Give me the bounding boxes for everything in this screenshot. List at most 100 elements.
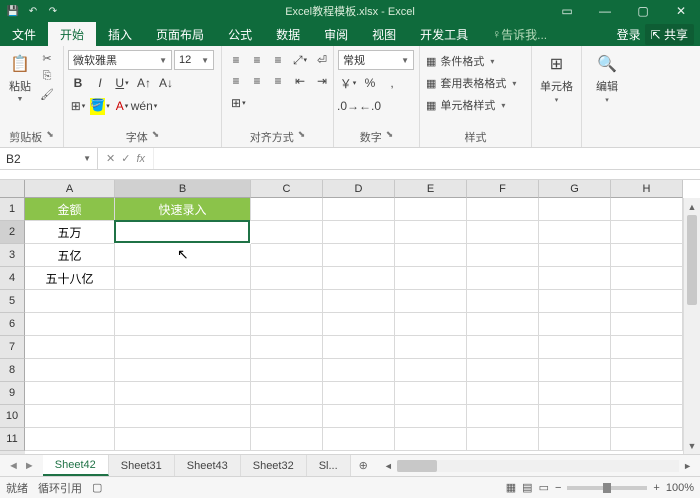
cell[interactable] xyxy=(251,221,323,244)
cell[interactable] xyxy=(611,244,683,267)
orientation-button[interactable]: ⤢▾ xyxy=(290,50,310,70)
cell[interactable] xyxy=(395,336,467,359)
number-launcher-icon[interactable]: ⬊ xyxy=(386,129,394,145)
decrease-decimal-button[interactable]: ←.0 xyxy=(360,96,380,116)
cell[interactable] xyxy=(395,244,467,267)
cell[interactable] xyxy=(539,336,611,359)
row-header-9[interactable]: 9 xyxy=(0,382,25,405)
cell[interactable] xyxy=(25,336,115,359)
font-size-combo[interactable]: 12▼ xyxy=(174,50,214,70)
cell[interactable] xyxy=(323,267,395,290)
increase-decimal-button[interactable]: .0→ xyxy=(338,96,358,116)
hscroll-thumb[interactable] xyxy=(397,460,437,472)
font-color-button[interactable]: A▾ xyxy=(112,96,132,116)
cell[interactable] xyxy=(467,313,539,336)
cell[interactable] xyxy=(115,244,251,267)
cell[interactable] xyxy=(115,382,251,405)
cell[interactable] xyxy=(539,198,611,221)
sheet-tab-more[interactable]: Sl ... xyxy=(307,455,351,476)
col-header-f[interactable]: F xyxy=(467,180,539,198)
cell[interactable] xyxy=(115,405,251,428)
format-as-table-button[interactable]: ▦套用表格格式▾ xyxy=(424,72,527,94)
cell[interactable] xyxy=(25,290,115,313)
cell[interactable] xyxy=(467,290,539,313)
cell[interactable] xyxy=(611,221,683,244)
cell[interactable] xyxy=(395,313,467,336)
sheet-nav-prev-icon[interactable]: ◄ xyxy=(8,460,19,472)
cell-a2[interactable]: 五万 xyxy=(25,221,115,244)
cell[interactable] xyxy=(115,336,251,359)
scroll-down-icon[interactable]: ▼ xyxy=(684,437,700,454)
cell[interactable] xyxy=(251,198,323,221)
cell[interactable] xyxy=(539,428,611,451)
undo-icon[interactable]: ↶ xyxy=(26,4,40,18)
cell[interactable] xyxy=(395,359,467,382)
paste-button[interactable]: 📋 粘贴 ▼ xyxy=(4,50,36,105)
cell[interactable] xyxy=(251,428,323,451)
sheet-tab-sheet43[interactable]: Sheet43 xyxy=(175,455,241,476)
cell[interactable] xyxy=(395,290,467,313)
tab-data[interactable]: 数据 xyxy=(264,22,312,46)
cell[interactable] xyxy=(467,198,539,221)
cell[interactable] xyxy=(323,359,395,382)
col-header-g[interactable]: G xyxy=(539,180,611,198)
cell[interactable] xyxy=(467,405,539,428)
name-box[interactable]: B2▼ xyxy=(0,148,98,169)
tell-me[interactable]: ♀ 告诉我... xyxy=(480,22,559,46)
row-header-2[interactable]: 2 xyxy=(0,221,25,244)
hscroll-left-icon[interactable]: ◄ xyxy=(380,461,397,471)
font-name-combo[interactable]: 微软雅黑▼ xyxy=(68,50,172,70)
number-format-combo[interactable]: 常规▼ xyxy=(338,50,414,70)
row-header-10[interactable]: 10 xyxy=(0,405,25,428)
row-header-1[interactable]: 1 xyxy=(0,198,25,221)
cell[interactable] xyxy=(539,359,611,382)
cell[interactable] xyxy=(115,290,251,313)
redo-icon[interactable]: ↷ xyxy=(46,4,60,18)
spreadsheet-grid[interactable]: ABCDEFGH 1234567891011 金额 快速录入 五万 五亿 五十八… xyxy=(0,180,700,454)
grow-font-button[interactable]: A↑ xyxy=(134,73,154,93)
cell[interactable] xyxy=(611,267,683,290)
cell[interactable] xyxy=(611,382,683,405)
cell[interactable] xyxy=(467,359,539,382)
row-header-5[interactable]: 5 xyxy=(0,290,25,313)
cell[interactable] xyxy=(115,359,251,382)
cell[interactable] xyxy=(611,290,683,313)
tab-home[interactable]: 开始 xyxy=(48,22,96,46)
cell[interactable] xyxy=(323,405,395,428)
cell[interactable] xyxy=(323,290,395,313)
accounting-format-button[interactable]: ￥▾ xyxy=(338,73,358,93)
clipboard-launcher-icon[interactable]: ⬊ xyxy=(46,129,54,145)
col-header-a[interactable]: A xyxy=(25,180,115,198)
align-middle-button[interactable]: ≡ xyxy=(247,50,267,70)
ribbon-options-icon[interactable]: ▭ xyxy=(548,0,586,22)
border-button[interactable]: ⊞▾ xyxy=(68,96,88,116)
cell[interactable] xyxy=(611,336,683,359)
view-normal-icon[interactable]: ▦ xyxy=(506,481,516,494)
row-header-11[interactable]: 11 xyxy=(0,428,25,451)
comma-button[interactable]: , xyxy=(382,73,402,93)
col-header-h[interactable]: H xyxy=(611,180,683,198)
cell-a3[interactable]: 五亿 xyxy=(25,244,115,267)
cell[interactable] xyxy=(467,244,539,267)
tab-insert[interactable]: 插入 xyxy=(96,22,144,46)
cell[interactable] xyxy=(467,382,539,405)
font-launcher-icon[interactable]: ⬊ xyxy=(152,129,160,145)
hscroll-right-icon[interactable]: ► xyxy=(679,461,696,471)
cell-styles-button[interactable]: ▦单元格样式▾ xyxy=(424,94,527,116)
cell[interactable] xyxy=(25,405,115,428)
cell[interactable] xyxy=(611,405,683,428)
cell[interactable] xyxy=(25,313,115,336)
zoom-in-icon[interactable]: + xyxy=(653,482,659,494)
macro-record-icon[interactable]: ▢ xyxy=(92,481,102,494)
vscroll-thumb[interactable] xyxy=(687,215,697,305)
view-page-break-icon[interactable]: ▭ xyxy=(539,481,549,494)
cell[interactable] xyxy=(251,336,323,359)
align-left-button[interactable]: ≡ xyxy=(226,71,246,91)
header-cell-quickentry[interactable]: 快速录入 xyxy=(115,198,251,221)
format-painter-icon[interactable]: 🖌 xyxy=(38,86,56,102)
scroll-up-icon[interactable]: ▲ xyxy=(684,198,700,215)
row-header-4[interactable]: 4 xyxy=(0,267,25,290)
editing-menu-button[interactable]: 🔍 编辑 ▾ xyxy=(586,50,628,106)
cell[interactable] xyxy=(611,198,683,221)
cell[interactable] xyxy=(25,428,115,451)
